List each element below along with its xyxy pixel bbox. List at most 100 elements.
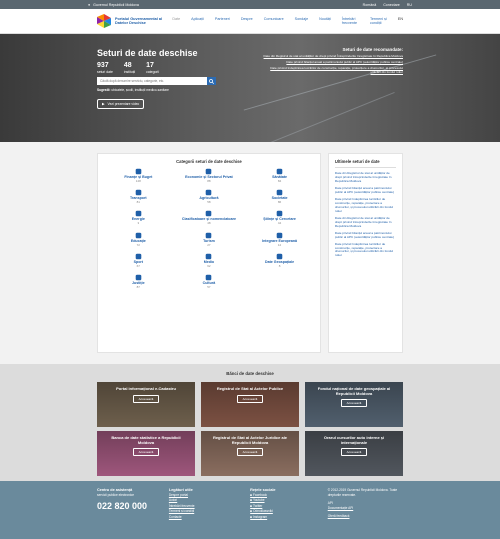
data-bank-title: Orarul cursurilor auto interne și intern… bbox=[323, 435, 385, 445]
category-item[interactable]: Transport 81 bbox=[103, 189, 174, 208]
category-item[interactable]: Sănătate 84 bbox=[244, 168, 315, 187]
stat-value: 937 bbox=[97, 62, 109, 69]
stat-value: 48 bbox=[123, 62, 132, 69]
category-icon bbox=[103, 189, 174, 196]
social-label: Facebook bbox=[252, 493, 267, 497]
category-count: 48 bbox=[207, 221, 211, 226]
search-icon bbox=[209, 78, 214, 84]
suggestions: Sugestii: ubicatele, școlii, instituții … bbox=[97, 88, 217, 92]
nav-item-8[interactable]: Termeni și condiții bbox=[370, 17, 387, 25]
access-wrap: Accesează bbox=[97, 392, 195, 403]
suggestions-text[interactable]: ubicatele, școlii, instituții medico-san… bbox=[111, 88, 169, 92]
category-item[interactable]: Justiție 87 bbox=[103, 274, 174, 293]
social-link[interactable]: ■ Instagram bbox=[250, 515, 322, 520]
data-bank-title: Banca de date statistice a Republicii Mo… bbox=[111, 435, 181, 445]
login-link[interactable]: Conectare bbox=[383, 3, 400, 7]
category-count: 62 bbox=[207, 263, 211, 268]
logo-icon bbox=[97, 14, 111, 28]
nav-item-6[interactable]: Noutăți bbox=[319, 17, 331, 25]
data-bank-card: Registrul de Stat al Actelor Publice Acce… bbox=[201, 382, 299, 427]
gov-link[interactable]: ● Guvernul Republicii Moldova bbox=[88, 3, 139, 7]
category-item[interactable]: Integrare Europeană 12 bbox=[244, 232, 315, 251]
latest-dataset-link[interactable]: Date din Registrul de stat al unităților… bbox=[335, 171, 396, 184]
nav-item-3[interactable]: Despre bbox=[241, 17, 253, 25]
stat-2: 17 categorii bbox=[146, 62, 159, 74]
access-wrap: Accesează bbox=[201, 445, 299, 457]
category-item[interactable]: Educație 72 bbox=[103, 232, 174, 251]
category-count: 27 bbox=[207, 242, 211, 247]
nav-item-7[interactable]: Întrebări frecvente bbox=[342, 17, 359, 25]
category-item[interactable]: Medio 62 bbox=[174, 253, 245, 272]
nav-item-2[interactable]: Parteneri bbox=[215, 17, 230, 25]
stats: 937 seturi date 48 instituții 17 categorii bbox=[97, 62, 217, 74]
social-label: Youtube bbox=[252, 498, 265, 503]
category-item[interactable]: Științe și Cercetare 44 bbox=[244, 210, 315, 229]
category-item[interactable]: Agricultură 58 bbox=[174, 189, 245, 208]
access-wrap: Accesează bbox=[305, 396, 403, 408]
data-bank-card: Registrul de Stat al Actelor Juridice al… bbox=[201, 431, 299, 476]
api-doc-link[interactable]: Documentație API bbox=[328, 506, 403, 511]
category-item[interactable]: Clasificatoare și nomenclatoare 48 bbox=[174, 210, 245, 229]
access-button[interactable]: Accesează bbox=[236, 448, 264, 457]
latest-dataset-link[interactable]: Date privind bilanțul anual a patrimoniu… bbox=[335, 231, 396, 240]
search-box bbox=[97, 77, 216, 85]
data-bank-title: Portal informațional e-Cadastru bbox=[116, 386, 176, 391]
data-bank-title: Registrul de Stat al Actelor Publice bbox=[216, 386, 284, 391]
phone-number[interactable]: 022 820 000 bbox=[97, 501, 163, 511]
access-button[interactable]: Accesează bbox=[340, 399, 368, 408]
latest-title: Ultimele seturi de date bbox=[334, 159, 396, 168]
category-count: 44 bbox=[277, 221, 282, 226]
stat-label: categorii bbox=[146, 70, 159, 74]
categories-title: Categorii seturi de date deschise bbox=[176, 159, 242, 164]
latest-dataset-link[interactable]: Date din Registrul de stat al unităților… bbox=[335, 216, 396, 229]
recommended-link[interactable]: Date din Registrul de stat al unităților… bbox=[263, 54, 403, 59]
data-bank-card: Orarul cursurilor auto interne și intern… bbox=[305, 431, 403, 476]
search-button[interactable] bbox=[207, 77, 216, 85]
footer-link[interactable]: Contacte bbox=[169, 515, 244, 520]
recommended-link[interactable]: Date privind bilanțul anual a patrimoniu… bbox=[263, 60, 403, 65]
nav-item-4[interactable]: Comunicare bbox=[264, 17, 284, 25]
play-icon: ▶ bbox=[102, 102, 105, 106]
access-button[interactable]: Accesează bbox=[236, 394, 264, 403]
access-wrap: Accesează bbox=[97, 445, 195, 457]
gov-icon: ● bbox=[88, 2, 91, 7]
category-item[interactable]: Turism 27 bbox=[174, 232, 245, 251]
category-item[interactable]: Cultură 57 bbox=[174, 274, 245, 293]
stat-label: seturi date bbox=[97, 70, 113, 74]
nav-item-9[interactable]: EN bbox=[398, 17, 403, 25]
lang-ru-link[interactable]: RU bbox=[407, 3, 412, 7]
hero-banner: Seturi de date deschise 937 seturi date 48… bbox=[0, 34, 500, 142]
nav-item-0[interactable]: Date bbox=[172, 17, 180, 25]
access-button[interactable]: Accesează bbox=[132, 394, 160, 403]
category-item[interactable]: Societate 86 bbox=[244, 189, 315, 208]
suggestions-label: Sugestii: bbox=[97, 88, 111, 92]
data-bank-title: Fondul național de date geospațiale al R… bbox=[317, 386, 391, 396]
category-item[interactable]: Finanțe și Buget 128 bbox=[103, 168, 174, 187]
category-item[interactable]: Date Geospațiale 8 bbox=[244, 253, 315, 272]
category-icon bbox=[174, 210, 245, 217]
category-item[interactable]: Economie și Sectorul Privat 88 bbox=[174, 168, 245, 187]
video-button[interactable]: ▶ Vezi prezentare video bbox=[97, 99, 145, 109]
nav-item-5[interactable]: Sondaje bbox=[295, 17, 309, 25]
category-icon bbox=[244, 168, 315, 175]
category-icon bbox=[103, 232, 174, 239]
nav-item-1[interactable]: Aplicații bbox=[191, 17, 204, 25]
category-item[interactable]: Energie 3 bbox=[103, 210, 174, 229]
feedback-link[interactable]: Oferă feedback bbox=[328, 514, 403, 519]
contact-subtitle: servicii publice electronice bbox=[97, 493, 135, 497]
top-bar: ● Guvernul Republicii Moldova Română Con… bbox=[0, 0, 500, 9]
latest-dataset-link[interactable]: Date privind îndeplinirea lucrărilor de … bbox=[335, 242, 396, 259]
category-count: 57 bbox=[207, 284, 211, 289]
latest-dataset-link[interactable]: Date privind îndeplinirea lucrărilor de … bbox=[335, 197, 396, 214]
category-item[interactable]: Sport 67 bbox=[103, 253, 174, 272]
access-button[interactable]: Accesează bbox=[132, 448, 160, 457]
category-icon bbox=[244, 210, 315, 217]
stat-0: 937 seturi date bbox=[97, 62, 113, 74]
latest-dataset-link[interactable]: Date privind bilanțul anual a patrimoniu… bbox=[335, 186, 396, 195]
data-bank-title: Registrul de Stat al Actelor Juridice al… bbox=[212, 435, 288, 445]
portal-logo[interactable]: Portalul Guvernamental al Datelor Deschi… bbox=[97, 14, 167, 28]
lang-ro-link[interactable]: Română bbox=[363, 3, 377, 7]
recommended-link[interactable]: Date privind îndeplinirea lucrărilor de … bbox=[263, 66, 403, 74]
search-input[interactable] bbox=[97, 77, 207, 85]
access-button[interactable]: Accesează bbox=[340, 448, 368, 457]
